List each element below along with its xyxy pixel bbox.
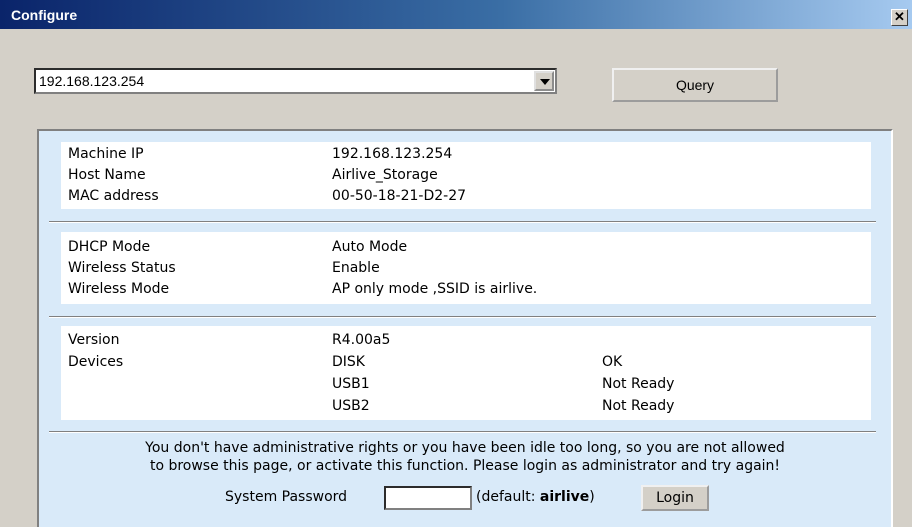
info-row-host-name: Host Name Airlive_Storage xyxy=(61,167,871,187)
wireless-section: DHCP Mode Auto Mode Wireless Status Enab… xyxy=(61,232,871,304)
device-status: OK xyxy=(602,354,623,370)
query-button[interactable]: Query xyxy=(612,68,778,102)
device-status: Not Ready xyxy=(602,398,675,414)
ip-select-value: 192.168.123.254 xyxy=(39,73,145,89)
divider xyxy=(49,316,876,318)
device-row-usb2: USB2 Not Ready xyxy=(61,398,871,418)
title-bar: Configure ✕ xyxy=(0,0,912,29)
info-value: Auto Mode xyxy=(332,239,408,255)
network-section: Machine IP 192.168.123.254 Host Name Air… xyxy=(61,142,871,209)
ip-select[interactable]: 192.168.123.254 xyxy=(34,68,557,94)
default-hint-suffix: ) xyxy=(589,489,595,505)
divider xyxy=(49,431,876,433)
divider xyxy=(49,221,876,223)
info-label: Version xyxy=(68,332,120,348)
notice-line: to browse this page, or activate this fu… xyxy=(149,458,781,474)
info-row-version: Version R4.00a5 xyxy=(61,332,871,352)
default-hint-prefix: (default: xyxy=(476,489,540,505)
password-field[interactable] xyxy=(384,486,472,510)
info-label: MAC address xyxy=(68,188,159,204)
info-label: Wireless Status xyxy=(68,260,176,276)
notice-line: You don't have administrative rights or … xyxy=(145,440,785,456)
info-label: Wireless Mode xyxy=(68,281,170,297)
default-password-value: airlive xyxy=(539,489,590,505)
device-row-usb1: USB1 Not Ready xyxy=(61,376,871,396)
info-value: Enable xyxy=(332,260,380,276)
device-name: DISK xyxy=(332,354,365,370)
info-label: Host Name xyxy=(68,167,146,183)
info-value: AP only mode ,SSID is airlive. xyxy=(332,281,538,297)
info-value: Airlive_Storage xyxy=(332,167,438,183)
info-panel: Machine IP 192.168.123.254 Host Name Air… xyxy=(37,129,893,527)
device-name: USB2 xyxy=(332,398,370,414)
info-row-dhcp-mode: DHCP Mode Auto Mode xyxy=(61,239,871,259)
system-section: Version R4.00a5 Devices DISK OK USB1 Not… xyxy=(61,326,871,420)
close-button[interactable]: ✕ xyxy=(891,9,908,26)
window-title: Configure xyxy=(11,7,78,23)
info-row-wireless-status: Wireless Status Enable xyxy=(61,260,871,280)
info-label: Machine IP xyxy=(68,146,144,162)
info-row-wireless-mode: Wireless Mode AP only mode ,SSID is airl… xyxy=(61,281,871,301)
device-name: USB1 xyxy=(332,376,370,392)
info-row-machine-ip: Machine IP 192.168.123.254 xyxy=(61,146,871,166)
info-label: Devices xyxy=(68,354,124,370)
info-label: DHCP Mode xyxy=(68,239,151,255)
device-status: Not Ready xyxy=(602,376,675,392)
chevron-down-icon[interactable] xyxy=(534,71,554,91)
login-button[interactable]: Login xyxy=(641,485,709,511)
password-label: System Password xyxy=(225,489,348,505)
login-form: System Password (default: airlive) Login xyxy=(39,485,891,511)
default-password-hint: (default: airlive) xyxy=(476,489,595,505)
info-value: 00-50-18-21-D2-27 xyxy=(332,188,467,204)
close-icon: ✕ xyxy=(894,9,905,24)
info-value: 192.168.123.254 xyxy=(332,146,453,162)
info-value: R4.00a5 xyxy=(332,332,391,348)
info-row-mac-address: MAC address 00-50-18-21-D2-27 xyxy=(61,188,871,208)
permission-notice: You don't have administrative rights or … xyxy=(39,439,891,475)
device-row-disk: Devices DISK OK xyxy=(61,354,871,374)
